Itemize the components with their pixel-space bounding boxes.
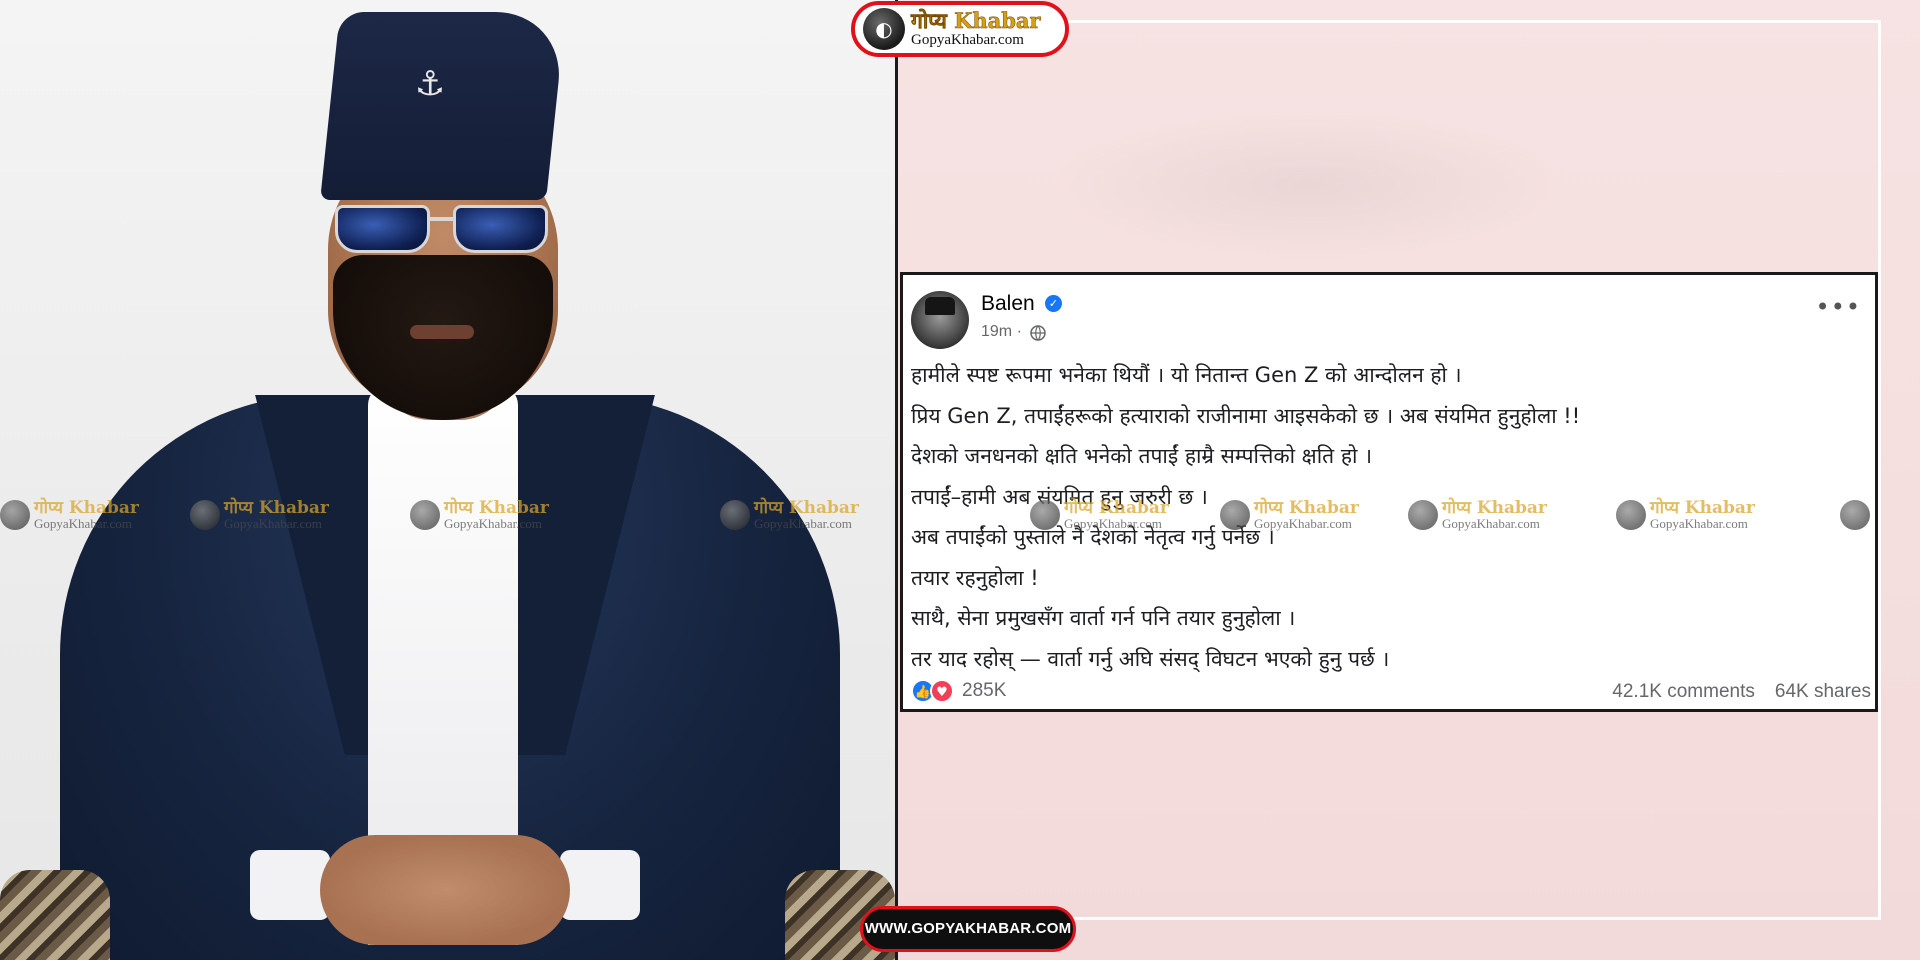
post-line: तर याद रहोस् — वार्ता गर्नु अघि संसद् वि… (911, 646, 1390, 671)
clasped-hands (320, 835, 570, 945)
dhaka-topi-cap (320, 12, 566, 200)
post-line: साथै, सेना प्रमुखसँग वार्ता गर्न पनि तया… (911, 606, 1296, 630)
post-line: तपाईं–हामी अब संयमित हुनु जरुरी छ । (911, 484, 1208, 509)
post-body: हामीले स्पष्ट रूपमा भनेका थियौं । यो नित… (911, 355, 1851, 679)
globe-icon (1030, 325, 1046, 341)
portrait-photo: ⚓ (0, 0, 898, 960)
post-author[interactable]: Balen (981, 292, 1035, 316)
verified-badge-icon: ✓ (1045, 295, 1062, 312)
avatar[interactable] (911, 291, 969, 349)
reaction-count: 285K (962, 680, 1007, 701)
shirt-cuff-left (250, 850, 330, 920)
logo-subtitle: GopyaKhabar.com (911, 32, 1024, 48)
cap-emblem-icon: ⚓ (414, 64, 446, 104)
frame-line-right (1878, 20, 1881, 920)
sunglasses (335, 205, 550, 255)
shares-count[interactable]: 64K shares (1775, 681, 1871, 703)
post-line: तयार रहनुहोला ! (911, 565, 1039, 590)
chair-arm-left (0, 870, 110, 960)
love-reaction-icon: ♥ (930, 679, 954, 703)
more-options-icon[interactable]: ••• (1816, 293, 1861, 321)
facebook-post: Balen ✓ 19m · ••• हामीले स्पष्ट रूपमा भन… (900, 272, 1878, 712)
post-timestamp[interactable]: 19m · (981, 323, 1022, 341)
site-logo[interactable]: ◐ गोप्य Khabar GopyaKhabar.com (851, 1, 1069, 57)
lens-right (453, 205, 548, 253)
logo-text: गोप्य Khabar GopyaKhabar.com (911, 10, 1041, 48)
post-line: देशको जनधनको क्षति भनेको तपाईं हाम्रै सम… (911, 444, 1373, 468)
ear-logo-icon: ◐ (863, 8, 905, 50)
reactions-summary[interactable]: 👍 ♥ 285K (911, 679, 1006, 703)
logo-title: गोप्य Khabar (911, 8, 1041, 33)
shirt-cuff-right (560, 850, 640, 920)
post-line: प्रिय Gen Z, तपाईंहरूको हत्याराको राजीना… (911, 403, 1581, 428)
background-blur (1050, 110, 1570, 260)
post-stats: 42.1K comments 64K shares (1612, 681, 1871, 703)
comments-count[interactable]: 42.1K comments (1612, 681, 1755, 703)
post-line: अब तपाईंको पुस्ताले नै देशको नेतृत्व गर्… (911, 525, 1275, 549)
post-line: हामीले स्पष्ट रूपमा भनेका थियौं । यो नित… (911, 363, 1462, 387)
website-url-badge[interactable]: WWW.GOPYAKHABAR.COM (860, 906, 1076, 952)
glasses-bridge (428, 217, 455, 221)
lens-left (335, 205, 430, 253)
mouth (410, 325, 474, 339)
